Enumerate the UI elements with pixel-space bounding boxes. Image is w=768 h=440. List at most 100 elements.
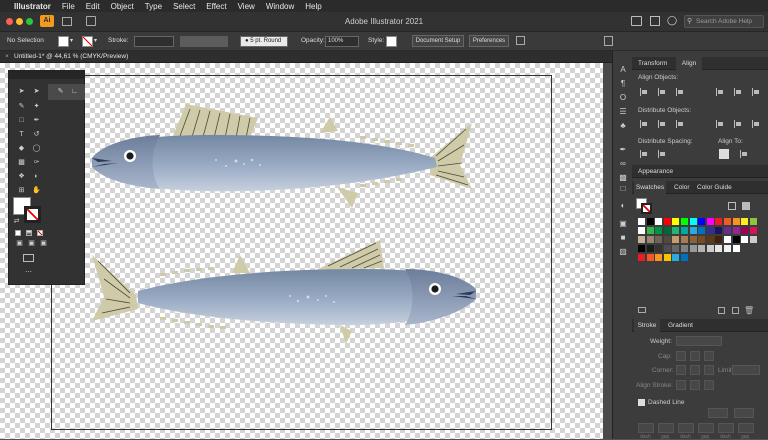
draw-mode-icon[interactable]: ▣ [15,240,24,248]
menu-effect[interactable]: Effect [206,2,226,11]
color-swatch[interactable] [698,227,706,234]
new-color-group-icon[interactable] [718,307,725,314]
panel-menu-icon[interactable] [604,36,613,46]
color-swatch[interactable] [749,227,757,234]
round-cap-icon[interactable] [690,351,700,361]
color-swatch[interactable] [681,218,688,225]
distribute-top-icon[interactable] [640,120,648,128]
color-swatch[interactable] [672,245,680,252]
align-stroke-center-icon[interactable] [676,380,686,390]
tab-transform[interactable]: Transform [638,57,667,70]
distribute-bottom-icon[interactable] [676,120,684,128]
document-setup-button[interactable]: Document Setup [412,35,464,47]
hand-tool-icon[interactable]: ✋ [32,187,41,195]
gap-input-3[interactable] [738,423,754,433]
align-stroke-outside-icon[interactable] [704,380,714,390]
stroke-dropdown-icon[interactable]: ▾ [94,37,97,44]
direct-selection-tool-icon[interactable]: ➤ [32,88,41,96]
menu-app[interactable]: Illustrator [14,2,51,11]
gradient-mode-icon[interactable] [26,230,32,236]
rotate-tool-icon[interactable]: ↺ [32,131,41,139]
bevel-join-icon[interactable] [704,365,714,375]
projecting-cap-icon[interactable] [704,351,714,361]
color-swatch[interactable] [706,218,714,225]
color-swatch[interactable] [724,236,731,243]
color-swatch[interactable] [655,218,663,225]
new-swatch-icon[interactable] [732,307,739,314]
color-swatch[interactable] [646,254,654,261]
color-swatch[interactable] [672,254,680,261]
artboard-tool-icon[interactable]: ⊞ [17,187,26,195]
distribute-left-icon[interactable] [716,120,724,128]
draw-inside-icon[interactable]: ▣ [39,240,48,248]
align-top-icon[interactable] [716,88,724,96]
stroke-weight-field[interactable] [134,36,174,47]
swatches-stroke-preview[interactable] [641,203,652,214]
stroke-swatch[interactable] [24,206,41,223]
swap-colors-icon[interactable]: ⇄ [12,218,21,226]
color-swatch[interactable] [698,236,706,243]
thumbnail-view-icon[interactable] [742,202,750,210]
asset-export-panel-icon[interactable]: ▧ [618,247,628,257]
color-swatch[interactable] [732,236,740,243]
color-swatch[interactable] [681,227,688,234]
tab-gradient[interactable]: Gradient [668,319,693,332]
color-swatch[interactable] [646,236,654,243]
color-swatch[interactable] [672,227,680,234]
distribute-vspace-icon[interactable] [640,150,648,158]
color-swatch[interactable] [732,227,740,234]
fill-dropdown-icon[interactable]: ▾ [70,37,73,44]
color-swatch[interactable] [672,236,680,243]
menu-view[interactable]: View [238,2,255,11]
butt-cap-icon[interactable] [676,351,686,361]
dashed-line-checkbox[interactable] [638,399,645,406]
anchor-point-tool-icon[interactable]: ∟ [70,88,79,96]
color-swatch[interactable] [663,245,671,252]
cloud-docs-icon[interactable] [631,16,642,26]
align-to-selection-icon[interactable] [719,149,729,159]
vertical-scrollbar[interactable] [603,63,612,439]
color-swatch[interactable] [741,218,749,225]
gap-input-2[interactable] [698,423,714,433]
color-swatch[interactable] [655,227,663,234]
dash-input-2[interactable] [678,423,694,433]
dash-input-1[interactable] [638,423,654,433]
menu-file[interactable]: File [62,2,75,11]
color-swatch[interactable] [689,245,697,252]
align-bottom-icon[interactable] [752,88,760,96]
fish-illustration-bottom[interactable] [92,240,476,344]
graphic-styles-panel-icon[interactable]: ■ [618,233,628,243]
color-swatch[interactable] [715,245,723,252]
draw-behind-icon[interactable]: ▣ [27,240,36,248]
arrange-documents-icon[interactable] [650,16,660,26]
type-tool-icon[interactable]: T [17,131,26,139]
color-swatch[interactable] [724,245,731,252]
links-panel-icon[interactable]: ∞ [618,159,628,169]
color-swatch[interactable] [646,218,654,225]
align-stroke-inside-icon[interactable] [690,380,700,390]
color-swatch[interactable] [741,236,749,243]
edit-toolbar-icon[interactable]: ⋯ [24,269,33,277]
tools-panel-header[interactable] [9,71,84,79]
color-swatch[interactable] [698,245,706,252]
lightbulb-icon[interactable]: ◯ [667,15,677,26]
color-swatch[interactable] [663,227,671,234]
miter-limit-input[interactable] [732,365,760,375]
selection-tool-icon[interactable]: ➤ [17,88,26,96]
color-swatch[interactable] [689,236,697,243]
color-swatch[interactable] [689,227,697,234]
menu-edit[interactable]: Edit [86,2,100,11]
transparency-panel-icon[interactable]: ◐ [618,201,628,211]
color-swatch[interactable] [741,227,749,234]
color-swatch[interactable] [732,218,740,225]
tab-align[interactable]: Align [676,57,702,70]
eraser-tool-icon[interactable]: ◆ [17,145,26,153]
color-swatch[interactable] [663,218,671,225]
close-tab-icon[interactable]: × [5,51,11,63]
none-mode-icon[interactable] [37,230,43,236]
distribute-hspace-icon[interactable] [658,150,666,158]
color-swatch[interactable] [646,245,654,252]
stroke-weight-input[interactable] [676,336,722,346]
color-swatch[interactable] [715,227,723,234]
preserve-dash-icon[interactable] [708,408,728,418]
